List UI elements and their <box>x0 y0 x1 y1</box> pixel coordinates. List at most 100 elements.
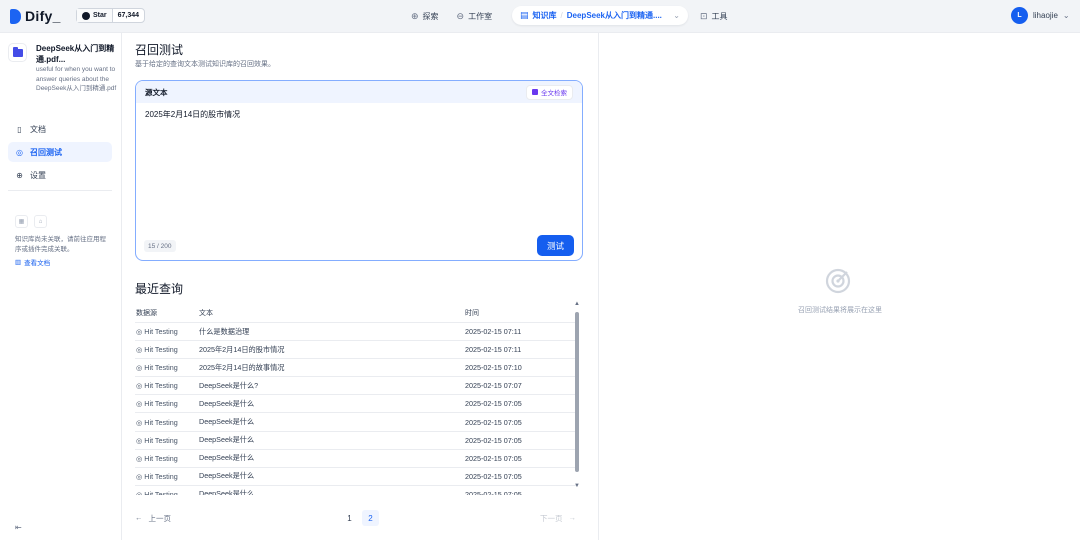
table-row[interactable]: ◎ Hit Testing DeepSeek是什么 2025-02-15 07:05 <box>135 413 577 432</box>
table-row[interactable]: ◎ Hit Testing 什么是数据治理 2025-02-15 07:11 <box>135 323 577 342</box>
table-row[interactable]: ◎ Hit Testing 2025年2月14日的股市情况 2025-02-15 07… <box>135 341 577 360</box>
row-text: DeepSeek是什么 <box>199 435 255 445</box>
table-row[interactable]: ◎ Hit Testing DeepSeek是什么 2025-02-15 07:05 <box>135 450 577 468</box>
folder-icon <box>12 46 23 57</box>
row-time: 2025-02-15 07:05 <box>465 453 522 463</box>
prev-page-button[interactable]: ← 上一页 <box>135 513 171 524</box>
star-label: Star <box>93 12 107 19</box>
source-text-label: 源文本 <box>145 87 168 97</box>
query-input[interactable]: 2025年2月14日的股市情况 <box>145 109 240 120</box>
empty-result-text: 召回测试结果将展示在这里 <box>798 307 882 314</box>
plugin-icon: ⌂ <box>34 215 47 228</box>
nav-explore[interactable]: ⊕ 探索 <box>405 6 445 26</box>
settings-icon: ⊕ <box>16 170 23 180</box>
sidebar-item-hit-testing[interactable]: ◎ 召回测试 <box>8 142 112 162</box>
dify-logo-mark <box>10 8 21 24</box>
row-time: 2025-02-15 07:05 <box>465 399 522 409</box>
sidebar-item-label: 设置 <box>30 170 46 180</box>
collapse-sidebar-icon[interactable]: ⇤ <box>15 523 22 532</box>
row-source: ◎ Hit Testing <box>135 436 199 445</box>
sidebar-item-label: 召回测试 <box>30 147 62 157</box>
row-source: ◎ Hit Testing <box>135 454 199 463</box>
row-source: ◎ Hit Testing <box>135 472 199 481</box>
main-nav: ⊕ 探索 ⊖ 工作室 <box>405 6 498 26</box>
scroll-up-icon[interactable]: ▲ <box>574 301 580 307</box>
sidebar-item-settings[interactable]: ⊕ 设置 <box>8 165 112 185</box>
link-icons: ▦ ⌂ <box>15 215 47 228</box>
nav-tools[interactable]: ⊡ 工具 <box>694 6 734 26</box>
view-docs-link[interactable]: ▥ 查看文档 <box>15 257 50 267</box>
retrieval-icon <box>532 89 538 95</box>
arrow-right-icon: → <box>568 513 577 522</box>
user-menu[interactable]: L lihaojie ⌄ <box>1011 7 1070 24</box>
nav-knowledge[interactable]: ▤ 知识库 / DeepSeek从入门到精通.... ⌄ <box>512 6 688 25</box>
table-scrollbar[interactable]: ▲ ▼ <box>574 301 580 491</box>
sidebar-item-documents[interactable]: ▯ 文档 <box>8 119 112 139</box>
target-icon: ◎ <box>136 489 143 495</box>
dataset-description: useful for when you want to answer queri… <box>36 66 117 92</box>
row-source-label: Hit Testing <box>144 489 178 495</box>
table-row[interactable]: ◎ Hit Testing DeepSeek是什么 2025-02-15 07:05 <box>135 468 577 486</box>
book-icon: ▤ <box>520 10 529 20</box>
table-row[interactable]: ◎ Hit Testing DeepSeek是什么 2025-02-15 07:05 <box>135 486 577 495</box>
row-source-label: Hit Testing <box>144 471 178 481</box>
logo-text: Dify_ <box>25 8 61 24</box>
row-time: 2025-02-15 07:05 <box>465 489 522 495</box>
arrow-left-icon: ← <box>135 513 143 522</box>
target-icon: ◎ <box>136 327 143 337</box>
target-icon: ◎ <box>136 363 143 373</box>
toolbox-icon: ⊡ <box>700 10 708 21</box>
nav-knowledge-label: 知识库 <box>532 11 557 20</box>
row-time: 2025-02-15 07:11 <box>465 327 522 337</box>
github-star-button[interactable]: Star 67,344 <box>76 8 146 23</box>
next-page-label: 下一页 <box>540 514 563 523</box>
nav-studio-label: 工作室 <box>468 11 493 21</box>
scrollbar-thumb[interactable] <box>575 312 579 472</box>
robot-icon: ⊖ <box>456 10 465 21</box>
target-icon: ◎ <box>136 345 143 355</box>
dataset-selector[interactable]: DeepSeek从入门到精通.... <box>567 10 670 21</box>
query-box-header: 源文本 全文检索 <box>136 81 582 103</box>
table-row[interactable]: ◎ Hit Testing DeepSeek是什么 2025-02-15 07:05 <box>135 432 577 450</box>
dataset-icon <box>8 43 27 62</box>
dify-logo[interactable]: Dify_ <box>10 8 61 24</box>
next-page-button[interactable]: 下一页 → <box>540 513 576 524</box>
table-header: 数据源 文本 时间 <box>135 303 577 323</box>
sidebar-divider <box>8 190 112 191</box>
nav-studio[interactable]: ⊖ 工作室 <box>451 6 499 26</box>
recent-queries-title: 最近查询 <box>135 282 184 296</box>
row-text: DeepSeek是什么 <box>199 453 255 463</box>
scroll-down-icon[interactable]: ▼ <box>574 483 580 489</box>
page-1-button[interactable]: 1 <box>341 510 358 526</box>
table-row[interactable]: ◎ Hit Testing 2025年2月14日的故事情况 2025-02-15 07… <box>135 359 577 378</box>
row-source: ◎ Hit Testing <box>135 490 199 495</box>
row-time: 2025-02-15 07:11 <box>465 345 522 355</box>
row-source: ◎ Hit Testing <box>135 399 199 408</box>
row-source: ◎ Hit Testing <box>135 363 199 372</box>
page-2-button[interactable]: 2 <box>362 510 379 526</box>
sidebar-item-label: 文档 <box>30 124 46 134</box>
row-source-label: Hit Testing <box>144 453 178 463</box>
target-icon: ◎ <box>136 435 143 445</box>
column-source: 数据源 <box>136 310 157 317</box>
column-time: 时间 <box>465 310 479 317</box>
row-time: 2025-02-15 07:05 <box>465 435 522 445</box>
nav-explore-label: 探索 <box>422 11 439 21</box>
test-button[interactable]: 测试 <box>537 235 574 256</box>
target-icon: ◎ <box>136 399 143 409</box>
table-row[interactable]: ◎ Hit Testing DeepSeek是什么 2025-02-15 07:05 <box>135 395 577 414</box>
sidebar: DeepSeek从入门到精通.pdf... useful for when yo… <box>0 32 122 540</box>
row-source: ◎ Hit Testing <box>135 381 199 390</box>
result-panel: 召回测试结果将展示在这里 <box>598 32 1080 540</box>
retrieval-mode-button[interactable]: 全文检索 <box>526 84 573 100</box>
document-icon: ▯ <box>17 124 22 134</box>
target-icon: ◎ <box>136 417 143 427</box>
row-source-label: Hit Testing <box>144 363 178 373</box>
row-source-label: Hit Testing <box>144 345 178 355</box>
nav-tools-label: 工具 <box>711 11 728 21</box>
table-row[interactable]: ◎ Hit Testing DeepSeek是什么? 2025-02-15 07:07 <box>135 377 577 396</box>
row-text: 什么是数据治理 <box>199 326 250 336</box>
dataset-name: DeepSeek从入门到精通.pdf... <box>36 44 115 64</box>
chevron-down-icon[interactable]: ⌄ <box>673 11 680 20</box>
user-name: lihaojie <box>1033 11 1058 20</box>
